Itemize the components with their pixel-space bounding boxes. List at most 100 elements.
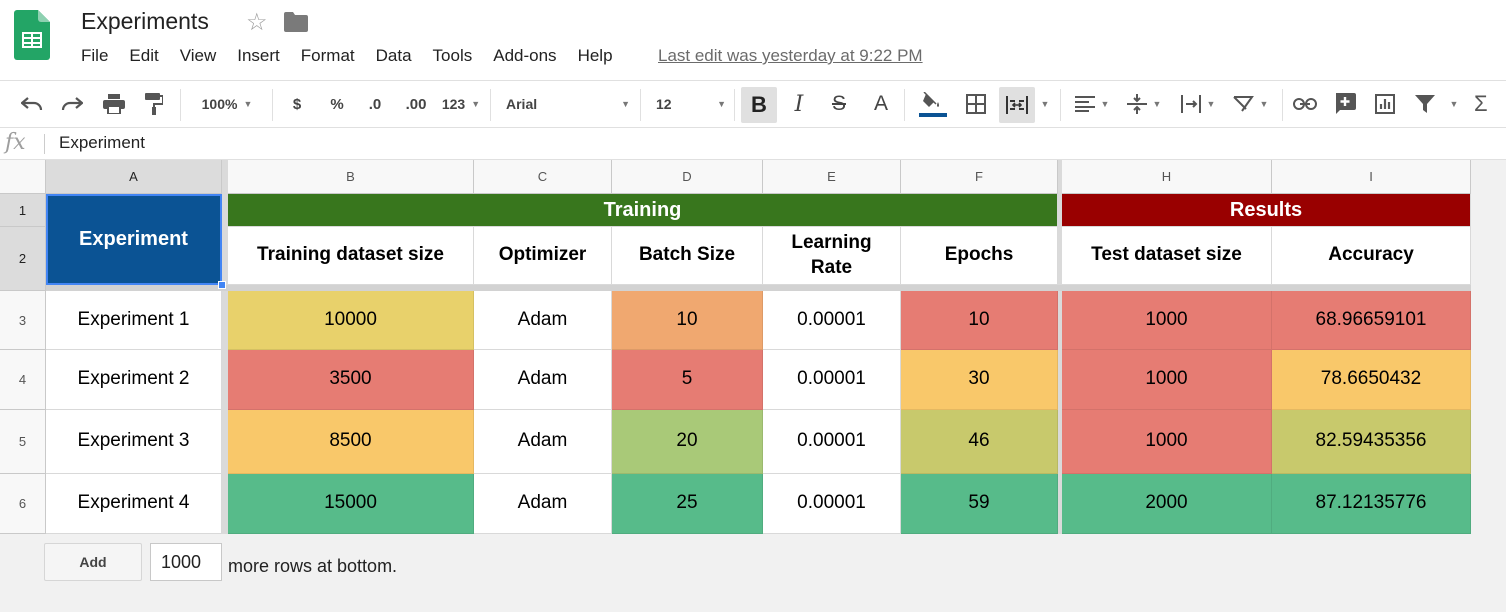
font-size-select[interactable]: 12 ▼ <box>656 81 726 127</box>
star-icon[interactable]: ☆ <box>246 8 268 37</box>
cell-optimizer[interactable]: Adam <box>474 350 612 410</box>
cell-batch-size[interactable]: 25 <box>612 474 763 534</box>
cell-optimizer[interactable]: Adam <box>474 474 612 534</box>
experiment-name-cell[interactable]: Experiment 2 <box>46 350 222 410</box>
cell-test-dataset-size[interactable]: 2000 <box>1062 474 1272 534</box>
menu-format[interactable]: Format <box>301 46 355 66</box>
column-header-h[interactable]: H <box>1062 160 1272 194</box>
text-wrapping-icon[interactable]: ▼ <box>1176 81 1220 127</box>
filter-dropdown-icon[interactable]: ▼ <box>1446 81 1462 127</box>
cell-training-dataset-size[interactable]: 15000 <box>228 474 474 534</box>
row-header-1[interactable]: 1 <box>0 194 46 227</box>
row-header-5[interactable]: 5 <box>0 410 46 474</box>
italic-button[interactable]: I <box>784 81 814 127</box>
cell-training-dataset-size[interactable]: 10000 <box>228 291 474 350</box>
cell-test-dataset-size[interactable]: 1000 <box>1062 410 1272 474</box>
menu-view[interactable]: View <box>180 46 217 66</box>
sheets-logo-icon[interactable] <box>14 10 50 60</box>
menu-add-ons[interactable]: Add-ons <box>493 46 556 66</box>
cell-learning-rate[interactable]: 0.00001 <box>763 350 901 410</box>
currency-format-button[interactable]: $ <box>284 81 310 127</box>
header-batch-size[interactable]: Batch Size <box>612 227 763 285</box>
functions-icon[interactable]: Σ <box>1474 81 1506 127</box>
cell-test-dataset-size[interactable]: 1000 <box>1062 350 1272 410</box>
experiment-header-cell[interactable]: Experiment <box>46 194 222 285</box>
decrease-decimal-button[interactable]: .0 <box>360 81 390 127</box>
cell-epochs[interactable]: 46 <box>901 410 1058 474</box>
cell-optimizer[interactable]: Adam <box>474 291 612 350</box>
column-header-i[interactable]: I <box>1272 160 1471 194</box>
menu-edit[interactable]: Edit <box>129 46 158 66</box>
cell-accuracy[interactable]: 68.96659101 <box>1272 291 1471 350</box>
header-test-dataset-size[interactable]: Test dataset size <box>1062 227 1272 285</box>
cell-batch-size[interactable]: 5 <box>612 350 763 410</box>
row-header-2[interactable]: 2 <box>0 227 46 291</box>
font-family-select[interactable]: Arial ▼ <box>506 81 630 127</box>
cell-epochs[interactable]: 10 <box>901 291 1058 350</box>
header-learning-rate[interactable]: Learning Rate <box>763 227 901 285</box>
column-header-d[interactable]: D <box>612 160 763 194</box>
experiment-name-cell[interactable]: Experiment 3 <box>46 410 222 474</box>
header-optimizer[interactable]: Optimizer <box>474 227 612 285</box>
selection-fill-handle[interactable] <box>218 281 226 289</box>
cell-accuracy[interactable]: 78.6650432 <box>1272 350 1471 410</box>
cell-training-dataset-size[interactable]: 8500 <box>228 410 474 474</box>
menu-help[interactable]: Help <box>578 46 613 66</box>
paint-format-icon[interactable] <box>138 81 170 127</box>
fill-color-icon[interactable] <box>916 81 950 127</box>
menu-data[interactable]: Data <box>376 46 412 66</box>
cell-test-dataset-size[interactable]: 1000 <box>1062 291 1272 350</box>
header-accuracy[interactable]: Accuracy <box>1272 227 1471 285</box>
redo-icon[interactable] <box>56 81 88 127</box>
menu-insert[interactable]: Insert <box>237 46 280 66</box>
cell-training-dataset-size[interactable]: 3500 <box>228 350 474 410</box>
text-rotation-icon[interactable]: ▼ <box>1228 81 1272 127</box>
cell-accuracy[interactable]: 82.59435356 <box>1272 410 1471 474</box>
borders-icon[interactable] <box>960 81 992 127</box>
column-header-c[interactable]: C <box>474 160 612 194</box>
horizontal-align-icon[interactable]: ▼ <box>1070 81 1114 127</box>
folder-icon[interactable] <box>284 12 308 32</box>
zoom-select[interactable]: 100% ▼ <box>190 81 264 127</box>
print-icon[interactable] <box>98 81 130 127</box>
menu-tools[interactable]: Tools <box>433 46 473 66</box>
more-formats-select[interactable]: 123 ▼ <box>440 81 482 127</box>
text-color-button[interactable]: A <box>866 81 896 127</box>
vertical-align-icon[interactable]: ▼ <box>1122 81 1166 127</box>
increase-decimal-button[interactable]: .00 <box>398 81 434 127</box>
insert-chart-icon[interactable] <box>1370 81 1400 127</box>
cell-batch-size[interactable]: 20 <box>612 410 763 474</box>
column-header-a[interactable]: A <box>46 160 222 194</box>
training-group-header[interactable]: Training <box>228 194 1058 227</box>
insert-link-icon[interactable] <box>1290 81 1320 127</box>
cell-epochs[interactable]: 59 <box>901 474 1058 534</box>
row-header-6[interactable]: 6 <box>0 474 46 534</box>
results-group-header[interactable]: Results <box>1062 194 1471 227</box>
header-training-dataset-size[interactable]: Training dataset size <box>228 227 474 285</box>
column-header-b[interactable]: B <box>228 160 474 194</box>
column-header-f[interactable]: F <box>901 160 1058 194</box>
cell-batch-size[interactable]: 10 <box>612 291 763 350</box>
percent-format-button[interactable]: % <box>324 81 350 127</box>
experiment-name-cell[interactable]: Experiment 1 <box>46 291 222 350</box>
filter-icon[interactable] <box>1410 81 1440 127</box>
add-rows-button[interactable]: Add <box>44 543 142 581</box>
row-header-4[interactable]: 4 <box>0 350 46 410</box>
cell-learning-rate[interactable]: 0.00001 <box>763 291 901 350</box>
experiment-name-cell[interactable]: Experiment 4 <box>46 474 222 534</box>
cell-optimizer[interactable]: Adam <box>474 410 612 474</box>
last-edit-link[interactable]: Last edit was yesterday at 9:22 PM <box>658 46 923 66</box>
cell-learning-rate[interactable]: 0.00001 <box>763 474 901 534</box>
select-all-corner[interactable] <box>0 160 46 194</box>
column-header-e[interactable]: E <box>763 160 901 194</box>
document-title[interactable]: Experiments <box>81 8 209 35</box>
undo-icon[interactable] <box>16 81 48 127</box>
bold-button[interactable]: B <box>741 87 777 123</box>
cell-epochs[interactable]: 30 <box>901 350 1058 410</box>
merge-cells-icon[interactable] <box>999 87 1035 123</box>
row-header-3[interactable]: 3 <box>0 291 46 350</box>
cell-learning-rate[interactable]: 0.00001 <box>763 410 901 474</box>
header-epochs[interactable]: Epochs <box>901 227 1058 285</box>
add-rows-count-input[interactable]: 1000 <box>150 543 222 581</box>
merge-dropdown-icon[interactable]: ▼ <box>1038 81 1052 127</box>
